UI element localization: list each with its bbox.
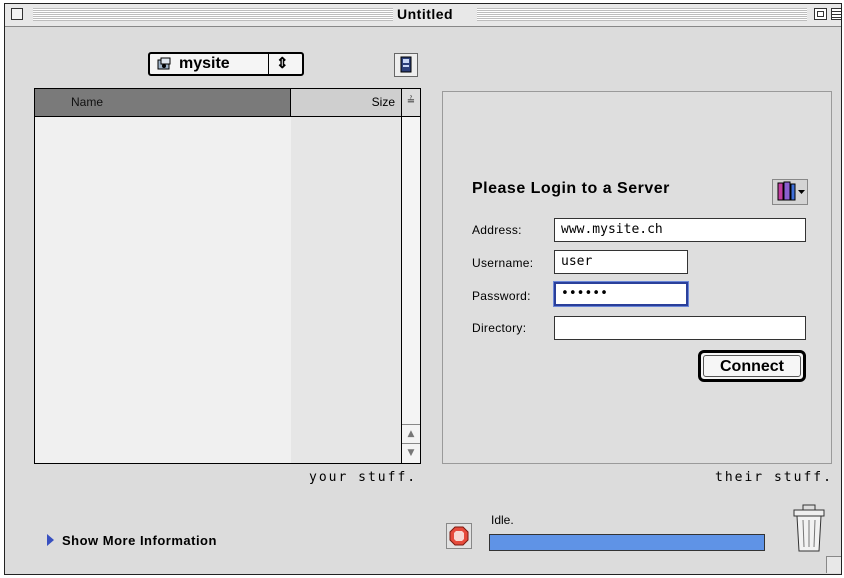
column-header-name[interactable]: Name [35, 89, 291, 116]
scroll-up-arrow-icon[interactable]: ▲ [402, 424, 420, 443]
server-bookmarks-icon[interactable] [772, 179, 808, 205]
resize-grip-icon[interactable] [826, 556, 841, 573]
window-title: Untitled [397, 6, 454, 22]
remote-panel [442, 91, 832, 464]
connect-button-label: Connect [703, 355, 801, 377]
bookmark-button[interactable] [394, 53, 418, 77]
vertical-scrollbar[interactable]: ▲ ▼ [401, 117, 420, 463]
stop-icon[interactable] [446, 523, 472, 549]
progress-bar [489, 534, 765, 551]
username-label: Username: [472, 256, 534, 270]
disclosure-triangle-icon [47, 534, 54, 546]
list-header: Name Size [35, 89, 401, 117]
site-popup-menu[interactable]: mysite ⇕ [148, 52, 304, 76]
trash-icon[interactable] [789, 503, 829, 553]
connect-button[interactable]: Connect [698, 350, 806, 382]
remote-caption: their stuff. [715, 470, 833, 485]
local-file-list[interactable]: Name Size ≟ ▲ ▼ [34, 88, 421, 464]
site-popup-label: mysite [179, 55, 230, 72]
username-field[interactable]: user [554, 250, 688, 274]
address-field[interactable]: www.mysite.ch [554, 218, 806, 242]
popup-separator [268, 54, 269, 74]
column-header-size-label: Size [371, 95, 395, 109]
directory-label: Directory: [472, 321, 527, 335]
local-caption: your stuff. [309, 470, 418, 485]
collapse-box[interactable] [831, 8, 841, 20]
close-box[interactable] [11, 8, 23, 20]
password-field[interactable]: •••••• [554, 282, 688, 306]
progress-bar-fill [490, 535, 764, 550]
size-column [291, 117, 401, 463]
password-label: Password: [472, 289, 531, 303]
bookmark-icon [400, 56, 412, 73]
show-more-label: Show More Information [62, 533, 217, 548]
column-header-size[interactable]: Size [291, 89, 401, 116]
directory-field[interactable] [554, 316, 806, 340]
title-bar[interactable]: Untitled [5, 4, 841, 27]
popup-arrows-icon: ⇕ [276, 55, 289, 72]
zoom-box[interactable] [814, 8, 827, 20]
login-title: Please Login to a Server [472, 180, 670, 197]
app-window: Untitled mysite ⇕ Name Size ≟ ▲ ▼ your s… [4, 3, 842, 575]
title-bar-stripes-right [477, 8, 807, 21]
sort-direction-button[interactable]: ≟ [401, 89, 420, 117]
mysite-icon [157, 57, 171, 70]
title-bar-stripes-left [33, 8, 393, 21]
scroll-down-arrow-icon[interactable]: ▼ [402, 443, 420, 462]
address-label: Address: [472, 223, 522, 237]
column-header-name-label: Name [71, 95, 104, 109]
status-text: Idle. [491, 513, 514, 527]
show-more-information-toggle[interactable]: Show More Information [47, 533, 217, 548]
